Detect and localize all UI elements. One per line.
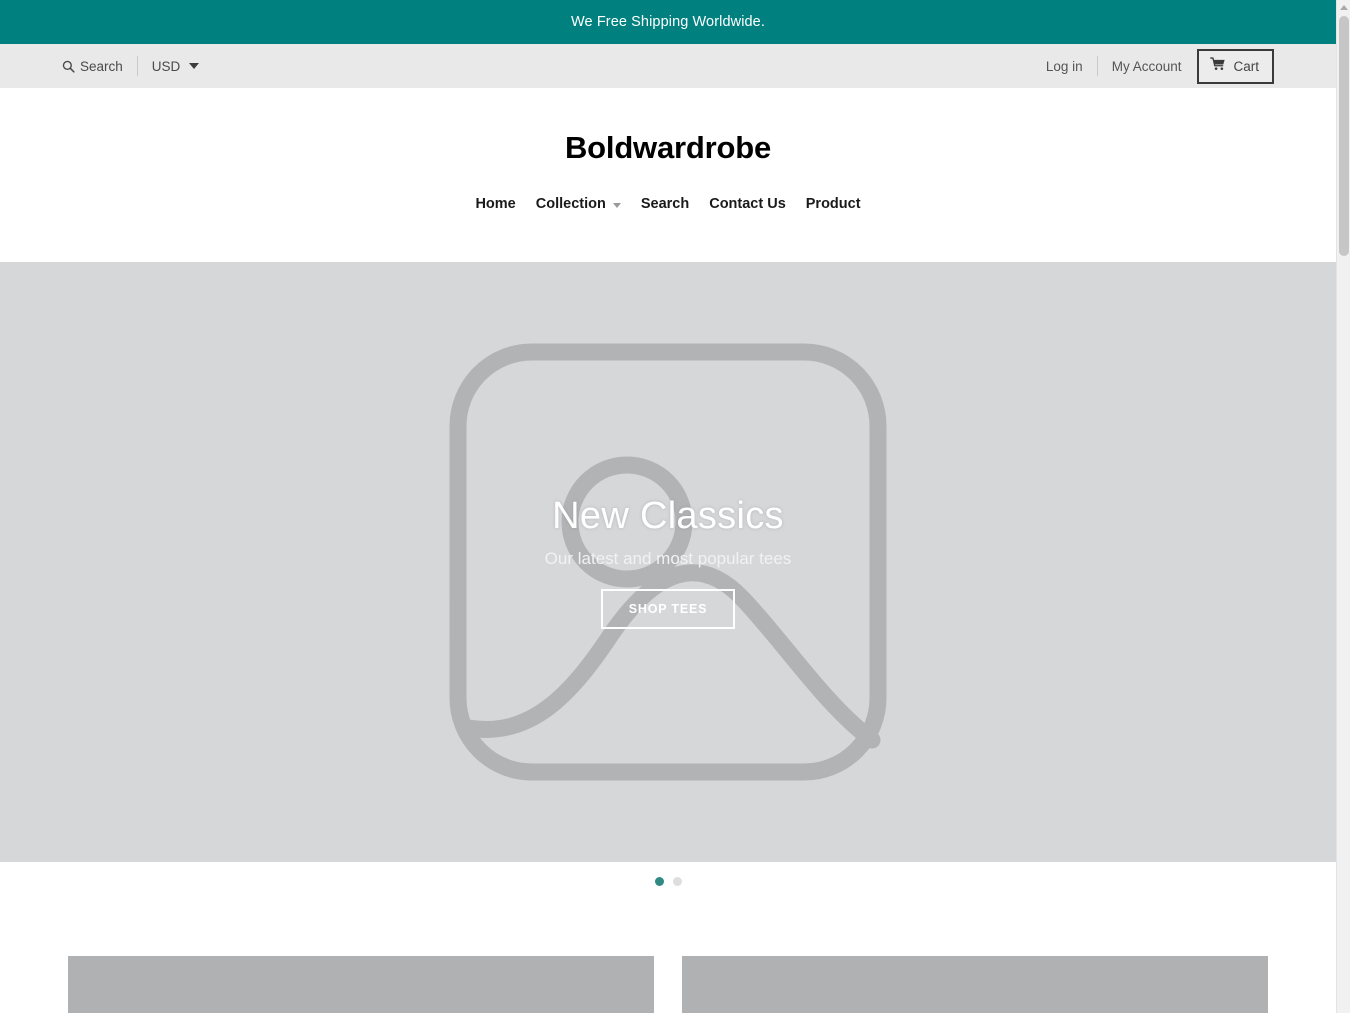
- site-header: Boldwardrobe Home Collection Search Cont…: [0, 88, 1336, 262]
- nav-item-product[interactable]: Product: [796, 196, 871, 212]
- nav-item-label: Search: [640, 196, 690, 212]
- hero-subtitle: Our latest and most popular tees: [544, 549, 792, 568]
- shopping-cart-icon: [1210, 56, 1226, 76]
- account-divider: [1096, 56, 1098, 76]
- announcement-bar: We Free Shipping Worldwide.: [0, 0, 1336, 44]
- nav-item-collection[interactable]: Collection: [526, 196, 631, 212]
- product-section: [0, 900, 1336, 1013]
- page-content: We Free Shipping Worldwide. Search USD L…: [0, 0, 1336, 1013]
- product-grid: [68, 956, 1268, 1013]
- nav-item-label: Contact Us: [709, 196, 786, 212]
- product-card[interactable]: [682, 956, 1268, 1013]
- page-scrollbar[interactable]: [1336, 0, 1350, 1013]
- search-link-label: Search: [80, 58, 123, 74]
- hero-title: New Classics: [552, 495, 784, 537]
- chevron-down-icon: [612, 202, 621, 208]
- search-link[interactable]: Search: [62, 59, 123, 74]
- slider-pagination: [0, 862, 1336, 900]
- nav-item-label: Product: [805, 196, 861, 212]
- slider-dot-1[interactable]: [654, 876, 664, 886]
- product-card[interactable]: [68, 956, 654, 1013]
- site-title: Boldwardrobe: [564, 130, 771, 165]
- product-image-placeholder: [68, 956, 654, 1013]
- nav-item-label: Collection: [535, 196, 606, 212]
- chevron-down-icon: [189, 63, 200, 69]
- my-account-link[interactable]: My Account: [1112, 59, 1182, 74]
- scrollbar-thumb[interactable]: [1339, 16, 1349, 256]
- utility-bar: Search USD Log in My Account Cart: [0, 44, 1336, 88]
- search-icon: [62, 60, 75, 73]
- slider-dot-2[interactable]: [672, 876, 682, 886]
- scroll-up-arrow-icon[interactable]: [1340, 5, 1348, 10]
- nav-item-label: Home: [475, 196, 516, 212]
- nav-item-home[interactable]: Home: [465, 196, 525, 212]
- login-link[interactable]: Log in: [1046, 59, 1083, 74]
- currency-value: USD: [151, 58, 181, 74]
- cart-label: Cart: [1233, 58, 1259, 74]
- nav-item-search[interactable]: Search: [631, 196, 699, 212]
- shop-tees-button[interactable]: SHOP TEES: [600, 589, 736, 629]
- browser-viewport: We Free Shipping Worldwide. Search USD L…: [0, 0, 1350, 1013]
- nav-item-contact-us[interactable]: Contact Us: [699, 196, 796, 212]
- currency-selector[interactable]: USD: [152, 59, 200, 74]
- utility-bar-left: Search USD: [62, 56, 200, 76]
- hero-overlay: New Classics Our latest and most popular…: [0, 262, 1336, 862]
- announcement-text: We Free Shipping Worldwide.: [571, 14, 765, 30]
- main-navigation: Home Collection Search Contact Us Produc…: [465, 196, 870, 212]
- utility-divider: [136, 56, 138, 76]
- product-image-placeholder: [682, 956, 1268, 1013]
- cart-button[interactable]: Cart: [1197, 48, 1274, 84]
- utility-bar-right: Log in My Account Cart: [1046, 48, 1274, 84]
- hero-slide: New Classics Our latest and most popular…: [0, 262, 1336, 862]
